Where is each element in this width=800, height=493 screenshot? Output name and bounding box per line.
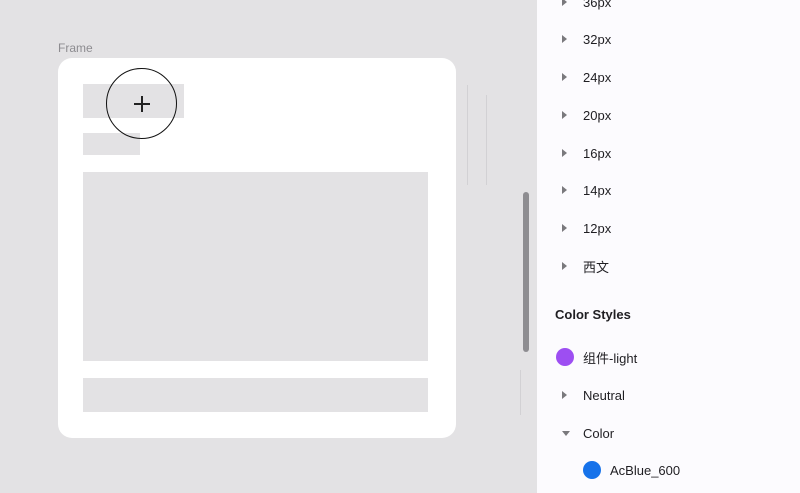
text-style-item[interactable]: 32px [537, 20, 800, 58]
caret-right-icon[interactable] [562, 262, 567, 270]
color-style-item[interactable]: AcBlue_600 [537, 451, 800, 489]
text-style-label: 16px [583, 145, 612, 161]
text-style-label: 36px [583, 0, 612, 10]
text-style-item[interactable]: 24px [537, 58, 800, 96]
placeholder-content-block[interactable] [83, 172, 428, 361]
text-style-label: 14px [583, 182, 612, 198]
caret-right-icon[interactable] [562, 149, 567, 157]
text-style-item[interactable]: 14px [537, 171, 800, 209]
caret-down-icon[interactable] [562, 430, 570, 436]
text-style-label: 20px [583, 107, 612, 123]
guide-line [486, 95, 487, 185]
text-style-item[interactable]: 西文 [537, 247, 800, 285]
caret-right-icon[interactable] [562, 224, 567, 232]
text-style-label: 12px [583, 220, 612, 236]
crosshair-plus-icon [134, 96, 150, 112]
color-group-neutral[interactable]: Neutral [537, 376, 800, 414]
text-style-item[interactable]: 16px [537, 134, 800, 172]
caret-right-icon[interactable] [562, 73, 567, 81]
color-style-item[interactable]: 组件-light [537, 338, 800, 376]
styles-panel: 36px 32px 24px 20px 16px 14px 12px 西文 Co… [537, 0, 800, 493]
color-swatch[interactable] [583, 461, 601, 479]
color-style-label: 组件-light [583, 350, 638, 366]
caret-right-icon[interactable] [562, 0, 567, 6]
caret-right-icon[interactable] [562, 35, 567, 43]
caret-right-icon[interactable] [562, 391, 567, 399]
text-style-label: 32px [583, 31, 612, 47]
color-style-label: AcBlue_600 [610, 462, 681, 478]
caret-right-icon[interactable] [562, 111, 567, 119]
caret-right-icon[interactable] [562, 186, 567, 194]
guide-line [520, 370, 521, 415]
text-style-item[interactable]: 36px [537, 0, 800, 21]
frame-label[interactable]: Frame [58, 41, 93, 55]
color-group-label: Neutral [583, 387, 625, 403]
placeholder-footer-block[interactable] [83, 378, 428, 412]
color-group-color[interactable]: Color [537, 414, 800, 452]
text-style-item[interactable]: 12px [537, 209, 800, 247]
text-style-item[interactable]: 20px [537, 96, 800, 134]
design-canvas[interactable]: Frame [0, 0, 537, 493]
guide-line [467, 85, 468, 185]
text-style-label: 西文 [583, 259, 610, 275]
color-group-label: Color [583, 425, 615, 441]
color-styles-heading: Color Styles [555, 307, 631, 322]
text-style-label: 24px [583, 69, 612, 85]
color-swatch[interactable] [556, 348, 574, 366]
canvas-scrollbar[interactable] [523, 192, 529, 352]
